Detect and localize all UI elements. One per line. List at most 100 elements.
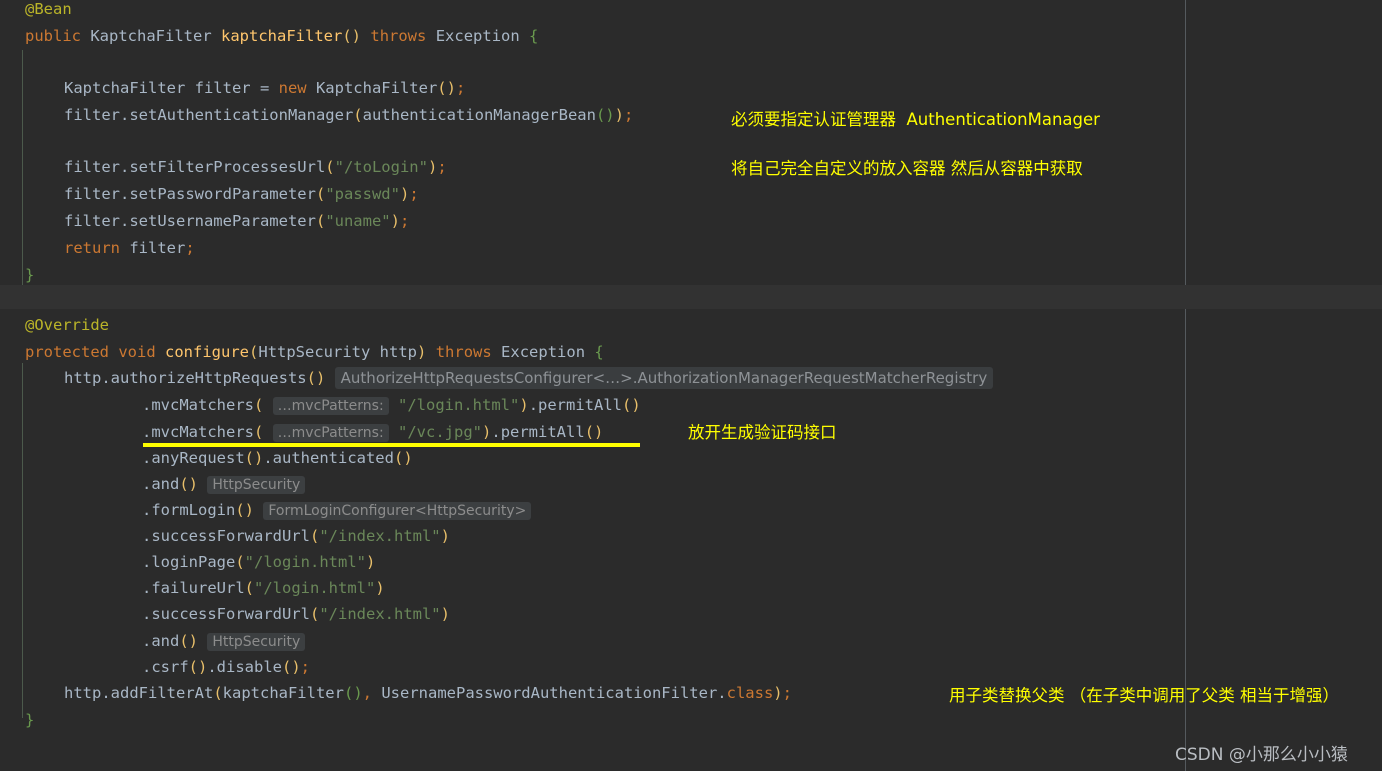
parens-7: () — [393, 449, 413, 467]
string-index-html-2: "/index.html" — [319, 605, 441, 623]
parens-11: () — [188, 658, 208, 676]
keyword-new: new — [278, 79, 307, 97]
inlay-hint-mvcpatterns-1: …mvcPatterns: — [272, 397, 389, 415]
paren-open-13: ( — [213, 684, 223, 702]
space7 — [156, 343, 165, 361]
space18 — [198, 632, 207, 650]
paren-close-9: ) — [440, 527, 450, 545]
code-line-successforwardurl-1: .successForwardUrl("/index.html") — [142, 523, 450, 550]
paren-close-8: ) — [482, 423, 492, 441]
keyword-throws: throws — [370, 27, 427, 45]
space9 — [492, 343, 501, 361]
string-login-html-3: "/login.html" — [254, 579, 376, 597]
space11 — [325, 369, 334, 387]
paren-close-11: ) — [375, 579, 385, 597]
comma-1: , — [362, 684, 382, 702]
call-addfilterat: http.addFilterAt — [64, 684, 214, 702]
inlay-hint-httpsecurity-2: HttpSecurity — [207, 633, 306, 651]
space15 — [389, 423, 398, 441]
current-line-highlight — [0, 285, 1382, 309]
code-line-authorize-http-requests: http.authorizeHttpRequests() AuthorizeHt… — [64, 365, 994, 392]
paren-close-7: ) — [519, 396, 529, 414]
call-mvcmatchers-1: .mvcMatchers — [142, 396, 254, 414]
code-line-successforwardurl-2: .successForwardUrl("/index.html") — [142, 601, 450, 628]
parens-6: () — [244, 449, 264, 467]
annotation-subclass-replace: 用子类替换父类 （在子类中调用了父类 相当于增强） — [949, 686, 1339, 705]
dot-1: . — [717, 684, 727, 702]
annotation-captcha-endpoint: 放开生成验证码接口 — [688, 423, 837, 442]
string-index-html-1: "/index.html" — [319, 527, 441, 545]
code-line-failureurl: .failureUrl("/login.html") — [142, 575, 385, 602]
parens-5: () — [584, 423, 604, 441]
highlight-underline-vcjpg — [143, 443, 640, 447]
code-line-set-password-parameter: filter.setPasswordParameter("passwd"); — [64, 181, 419, 208]
code-line-loginpage: .loginPage("/login.html") — [142, 549, 375, 576]
code-line-set-filter-processes-url: filter.setFilterProcessesUrl("/toLogin")… — [64, 154, 447, 181]
space4 — [426, 27, 435, 45]
string-uname: "uname" — [325, 212, 391, 230]
inlay-hint-registry-type: AuthorizeHttpRequestsConfigurer<…>.Autho… — [334, 367, 994, 389]
space3 — [361, 27, 370, 45]
paren-open-11: ( — [244, 579, 254, 597]
code-editor[interactable]: @Bean public KaptchaFilter kaptchaFilter… — [0, 0, 1382, 771]
call-authorizehttprequests: http.authorizeHttpRequests — [64, 369, 307, 387]
keyword-throws-2: throws — [435, 343, 492, 361]
code-line-set-username-parameter: filter.setUsernameParameter("uname"); — [64, 208, 409, 235]
call-anyrequest: .anyRequest — [142, 449, 245, 467]
space14 — [263, 423, 272, 441]
space16 — [198, 475, 207, 493]
keyword-class: class — [726, 684, 774, 702]
call-formlogin: .formLogin — [142, 501, 236, 519]
parens-1: () — [342, 27, 362, 45]
code-line-method-signature: public KaptchaFilter kaptchaFilter() thr… — [25, 23, 538, 50]
space13 — [389, 396, 398, 414]
code-line-and-2: .and() HttpSecurity — [142, 628, 306, 656]
paren-close-13: ) — [773, 684, 783, 702]
inlay-hint-formloginconfigurer: FormLoginConfigurer<HttpSecurity> — [263, 502, 532, 520]
parens-9: () — [235, 501, 254, 519]
call-successforwardurl-2: .successForwardUrl — [142, 605, 310, 623]
code-line-bean-annotation: @Bean — [25, 0, 72, 23]
call-setusernameparameter: filter.setUsernameParameter — [64, 212, 316, 230]
parens-4: () — [622, 396, 641, 414]
indent-guide-block2 — [22, 363, 23, 718]
paren-close-4: ) — [399, 185, 410, 203]
string-tologin: "/toLogin" — [334, 158, 428, 176]
csdn-watermark: CSDN @小那么小小猿 — [1175, 745, 1348, 765]
brace-close-1: } — [25, 266, 35, 284]
var-filter: filter — [120, 239, 186, 257]
inlay-hint-httpsecurity-1: HttpSecurity — [207, 476, 306, 494]
space10 — [585, 343, 594, 361]
call-authenticationmanagerbean: authenticationManagerBean — [362, 106, 596, 124]
code-line-formlogin: .formLogin() FormLoginConfigurer<HttpSec… — [142, 497, 532, 525]
type-exception-2: Exception — [501, 343, 586, 361]
annotation-override: @Override — [25, 316, 109, 334]
space2 — [212, 27, 221, 45]
parens-3: () — [306, 369, 326, 387]
paren-open-8: ( — [253, 423, 264, 441]
code-line-close-brace-1: } — [25, 262, 34, 289]
paren-open-12: ( — [309, 605, 320, 623]
call-failureurl: .failureUrl — [142, 579, 245, 597]
space1 — [81, 27, 90, 45]
call-mvcmatchers-2: .mvcMatchers — [142, 423, 254, 441]
editor-right-margin-rule — [1185, 0, 1186, 771]
call-setauthenticationmanager: filter.setAuthenticationManager — [64, 106, 354, 124]
keyword-return: return — [64, 239, 120, 257]
type-kaptchafilter-2: KaptchaFilter — [306, 79, 438, 97]
space12 — [263, 396, 272, 414]
annotation-bean: @Bean — [25, 0, 72, 18]
paren-open-7: ( — [253, 396, 264, 414]
parens-8: () — [179, 475, 198, 493]
annotation-container: 将自己完全自定义的放入容器 然后从容器中获取 — [731, 159, 1083, 178]
paren-open-5: ( — [315, 212, 326, 230]
code-line-csrf-disable: .csrf().disable(); — [142, 654, 310, 681]
parens-inner-1: () — [595, 106, 615, 124]
semicolon-7: ; — [300, 658, 311, 676]
semicolon-5: ; — [399, 212, 410, 230]
parens-10: () — [179, 632, 198, 650]
keyword-public: public — [25, 27, 81, 45]
string-passwd: "passwd" — [325, 185, 400, 203]
space8 — [426, 343, 435, 361]
semicolon-6: ; — [185, 239, 195, 257]
